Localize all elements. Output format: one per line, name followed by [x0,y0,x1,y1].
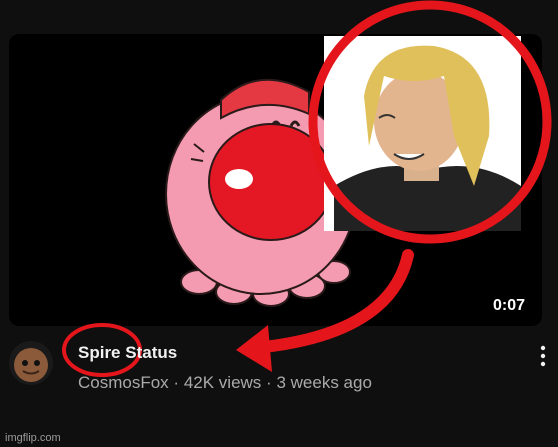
meta-separator: · [266,373,272,392]
video-title[interactable]: Spire Status [78,343,177,363]
channel-avatar[interactable] [9,341,53,385]
meta-separator: · [173,373,180,392]
inset-character-image [324,36,521,231]
view-count: 42K views [183,373,262,392]
video-metadata: CosmosFox · 42K views · 3 weeks ago [78,373,372,393]
upload-age: 3 weeks ago [276,373,372,392]
annotation-arrow-head [236,325,272,372]
channel-name[interactable]: CosmosFox [78,373,169,392]
sackboy-avatar-icon [14,348,48,382]
video-duration: 0:07 [487,295,530,317]
more-vert-icon[interactable] [533,344,553,368]
imgflip-watermark: imgflip.com [5,432,61,444]
